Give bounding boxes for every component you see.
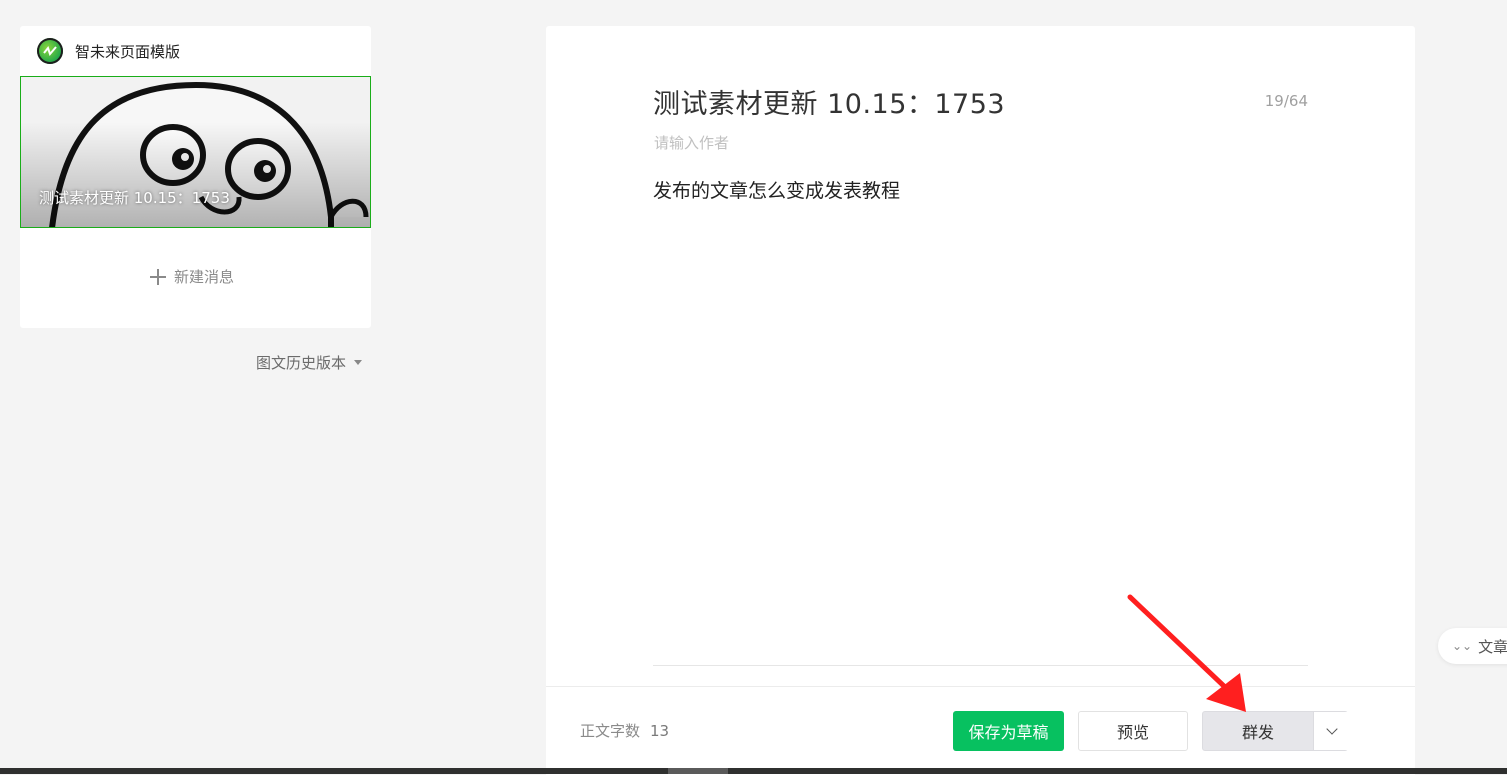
article-settings-label: 文章 bbox=[1478, 637, 1507, 656]
word-count-value: 13 bbox=[650, 722, 670, 740]
chevron-down-icon bbox=[1325, 723, 1338, 735]
preview-button[interactable]: 预览 bbox=[1078, 711, 1188, 751]
cover-title: 测试素材更新 10.15：1753 bbox=[39, 189, 230, 207]
article-cover-item[interactable]: 测试素材更新 10.15：1753 bbox=[20, 76, 371, 228]
caret-down-icon bbox=[354, 360, 363, 365]
word-count-label: 正文字数 bbox=[580, 722, 641, 740]
double-chevron-icon: ⌄⌄ bbox=[1452, 639, 1473, 653]
history-versions-dropdown[interactable]: 图文历史版本 bbox=[256, 352, 363, 373]
editor-footer: 正文字数 13 保存为草稿 预览 群发 bbox=[546, 686, 1415, 775]
account-logo-icon bbox=[37, 38, 63, 64]
taskbar-active-item[interactable] bbox=[668, 768, 728, 774]
title-char-count: 19/64 bbox=[1264, 92, 1308, 110]
mass-send-label: 群发 bbox=[1241, 723, 1274, 742]
account-name: 智未来页面模版 bbox=[75, 43, 181, 61]
save-draft-button[interactable]: 保存为草稿 bbox=[953, 711, 1064, 751]
new-message-button[interactable]: 新建消息 bbox=[150, 266, 234, 287]
article-body-editor[interactable]: 发布的文章怎么变成发表教程 bbox=[653, 176, 900, 203]
content-divider bbox=[653, 665, 1308, 666]
mass-send-more-button[interactable] bbox=[1313, 712, 1349, 750]
history-versions-label: 图文历史版本 bbox=[256, 354, 347, 372]
article-title-input[interactable]: 测试素材更新 10.15：1753 bbox=[653, 82, 1005, 121]
mass-send-button[interactable]: 群发 bbox=[1202, 711, 1349, 751]
account-header: 智未来页面模版 bbox=[20, 26, 371, 76]
new-message-label: 新建消息 bbox=[174, 268, 235, 286]
word-count: 正文字数 13 bbox=[580, 720, 669, 741]
article-list-card: 智未来页面模版 测试素材更新 10.15：1753 新建消息 bbox=[20, 26, 371, 328]
article-settings-tab[interactable]: ⌄⌄ 文章 bbox=[1438, 628, 1507, 664]
author-input[interactable]: 请输入作者 bbox=[654, 132, 729, 153]
taskbar bbox=[0, 768, 1507, 774]
article-editor: 测试素材更新 10.15：1753 19/64 请输入作者 发布的文章怎么变成发… bbox=[546, 26, 1415, 775]
plus-icon bbox=[150, 268, 166, 285]
